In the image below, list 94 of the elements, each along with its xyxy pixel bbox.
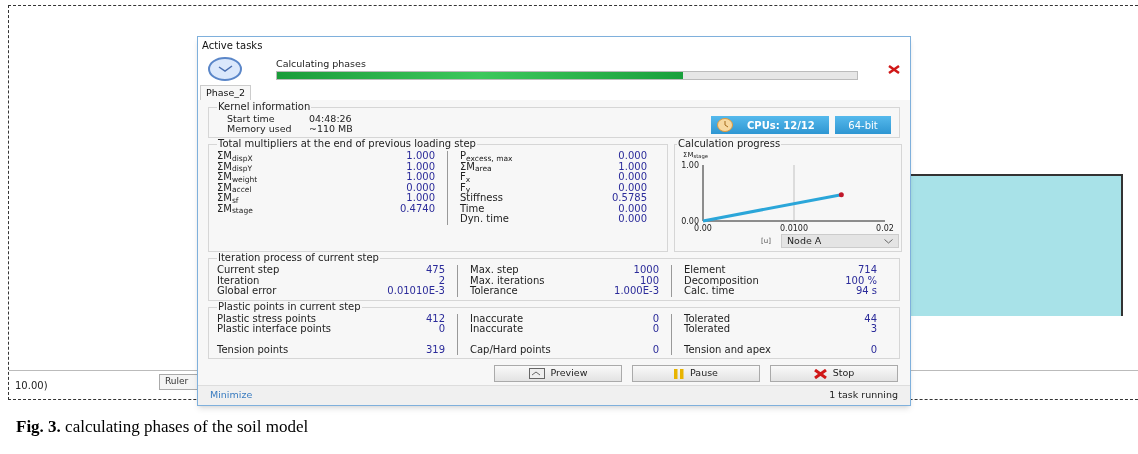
- preview-button[interactable]: Preview: [494, 365, 622, 382]
- field-value: 100 %: [845, 275, 877, 286]
- node-dropdown[interactable]: Node A: [781, 234, 899, 248]
- preview-icon: [528, 368, 545, 379]
- field-value: 3: [870, 324, 877, 335]
- field-label: Stiffness: [460, 193, 503, 204]
- field-value: 0.000: [618, 151, 647, 162]
- field-label: ΣM$_{dispY}$: [217, 161, 253, 172]
- field-value: 0.000: [618, 203, 647, 214]
- field-label: Memory used: [227, 124, 293, 134]
- field-value: 0.000: [618, 214, 647, 225]
- chevron-down-icon: [884, 238, 893, 244]
- field-label: Tension points: [217, 344, 289, 355]
- field-value: 0: [438, 324, 445, 335]
- field-label: Tolerance: [470, 286, 518, 297]
- group-title: Calculation progress: [677, 138, 782, 150]
- field-value: 0.000: [406, 182, 435, 193]
- field-label: Tolerated: [684, 324, 731, 335]
- field-label: Cap/Hard points: [470, 344, 551, 355]
- field-value: 1.000: [406, 161, 435, 172]
- field-value: 475: [425, 265, 445, 276]
- field-value: 04:48:26: [309, 114, 352, 124]
- group-title: Kernel information: [217, 101, 312, 113]
- field-value: 0.000: [618, 182, 647, 193]
- field-value: 0: [652, 324, 659, 335]
- task-label: Calculating phases: [276, 58, 367, 69]
- x-tick-label: 0.0100: [780, 224, 808, 233]
- field-label: Plastic stress points: [217, 313, 316, 324]
- cpu-count: CPUs: 12/12: [747, 118, 815, 133]
- field-value: 1.000E-3: [614, 286, 659, 297]
- field-value: 0.5785: [612, 193, 647, 204]
- field-value: 0.4740: [400, 203, 435, 214]
- field-value: 0: [652, 313, 659, 324]
- clock-icon: [208, 57, 242, 81]
- task-status: 1 task running: [829, 388, 898, 403]
- field-label: F$_{x}$: [460, 172, 471, 183]
- field-label: F$_{y}$: [460, 182, 471, 193]
- field-label: ΣM$_{area}$: [460, 161, 492, 172]
- field-value: 0: [870, 344, 877, 355]
- field-value: 0: [652, 344, 659, 355]
- field-value: 1.000: [406, 151, 435, 162]
- group-title: Iteration process of current step: [217, 252, 380, 264]
- field-label: Max. iterations: [470, 275, 545, 286]
- field-value: 1.000: [406, 193, 435, 204]
- field-label: Iteration: [217, 275, 260, 286]
- field-label: Current step: [217, 265, 280, 276]
- close-icon[interactable]: [888, 64, 900, 74]
- field-value: 2: [438, 275, 445, 286]
- field-label: Global error: [217, 286, 277, 297]
- field-label: ΣM$_{sf}$: [217, 193, 239, 204]
- field-label: P$_{excess, max}$: [460, 151, 513, 162]
- stop-button[interactable]: Stop: [770, 365, 898, 382]
- field-label: Calc. time: [684, 286, 735, 297]
- field-label: Inaccurate: [470, 324, 524, 335]
- pause-icon: [674, 368, 684, 379]
- field-label: Plastic interface points: [217, 324, 331, 335]
- field-label: Tolerated: [684, 313, 731, 324]
- field-label: Time: [460, 203, 485, 214]
- phase-tab[interactable]: Phase_2: [200, 85, 252, 100]
- x-tick-label: 0.02: [876, 224, 894, 233]
- field-value: 0.000: [618, 172, 647, 183]
- pause-button[interactable]: Pause: [632, 365, 760, 382]
- field-value: 100: [639, 275, 659, 286]
- field-value: ~110 MB: [309, 124, 353, 134]
- field-label: Decomposition: [684, 275, 759, 286]
- clock-icon: [717, 118, 733, 132]
- field-label: Element: [684, 265, 726, 276]
- minimize-link[interactable]: Minimize: [210, 388, 253, 403]
- y-tick-label: 0.00: [681, 217, 699, 226]
- field-label: Max. step: [470, 265, 519, 276]
- field-value: 319: [425, 344, 445, 355]
- field-value: 44: [864, 313, 877, 324]
- field-label: Tension and apex: [684, 344, 771, 355]
- y-tick-label: 1.00: [681, 161, 699, 170]
- field-value: 412: [425, 313, 445, 324]
- close-icon: [813, 368, 827, 379]
- figure-caption: Fig. 3. calculating phases of the soil model: [16, 416, 309, 438]
- field-label: ΣM$_{stage}$: [217, 203, 253, 214]
- field-value: 1.000: [406, 172, 435, 183]
- field-value: 714: [857, 265, 877, 276]
- field-label: Start time: [227, 114, 276, 124]
- field-value: 0.01010E-3: [387, 286, 445, 297]
- window-title: Active tasks: [202, 38, 263, 53]
- field-label: Dyn. time: [460, 214, 509, 225]
- field-label: ΣM$_{dispX}$: [217, 151, 253, 162]
- field-label: ΣM$_{weight}$: [217, 172, 258, 183]
- coordinate-readout: 10.00): [15, 379, 48, 393]
- field-label: Inaccurate: [470, 313, 524, 324]
- x-tick-label: 0.00: [694, 224, 712, 233]
- field-value: 1.000: [618, 161, 647, 172]
- group-title: Total multipliers at the end of previous loading step: [217, 138, 477, 150]
- bitness-badge: 64-bit: [835, 116, 891, 134]
- field-value: 1000: [633, 265, 659, 276]
- field-value: 94 s: [855, 286, 877, 297]
